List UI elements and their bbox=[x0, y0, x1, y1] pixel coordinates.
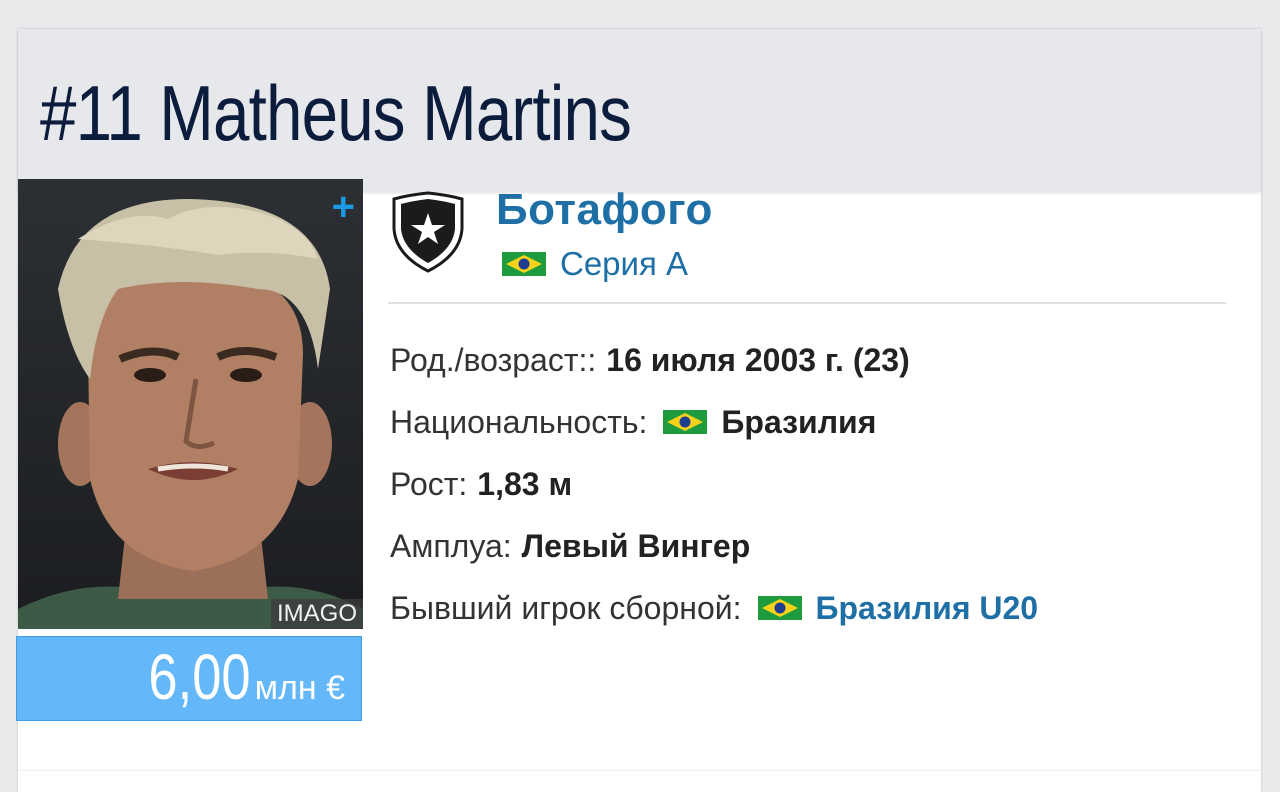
birth-row: Род./возраст:: 16 июля 2003 г. (23) bbox=[390, 338, 910, 382]
height-value: 1,83 м bbox=[477, 465, 573, 502]
birth-value: 16 июля 2003 г. (23) bbox=[606, 341, 910, 378]
former-national-row: Бывший игрок сборной: Бразилия U20 bbox=[390, 586, 1038, 630]
nationality-row: Национальность: Бразилия bbox=[390, 400, 876, 444]
nationality-value: Бразилия bbox=[721, 403, 877, 440]
market-value-unit: млн € bbox=[254, 669, 345, 707]
market-value-button[interactable]: 6,00 млн € bbox=[16, 636, 362, 721]
plus-icon[interactable]: + bbox=[332, 187, 355, 227]
position-row: Амплуа: Левый Вингер bbox=[390, 524, 750, 568]
league-row[interactable]: Серия А bbox=[502, 244, 688, 284]
former-national-label: Бывший игрок сборной: bbox=[390, 589, 742, 626]
botafogo-crest-icon[interactable] bbox=[392, 191, 464, 273]
brazil-flag-icon bbox=[663, 410, 708, 434]
height-row: Рост: 1,83 м bbox=[390, 462, 572, 506]
divider bbox=[388, 302, 1226, 304]
position-value: Левый Вингер bbox=[521, 527, 751, 564]
market-value-amount: 6,00 bbox=[148, 641, 251, 713]
player-photo[interactable]: + IMAGO bbox=[18, 179, 363, 629]
next-card-edge bbox=[18, 771, 1261, 792]
club-name-link[interactable]: Ботафого bbox=[496, 182, 713, 238]
brazil-flag-icon bbox=[757, 596, 802, 620]
player-title: #11 Matheus Martins bbox=[40, 69, 632, 157]
birth-label: Род./возраст:: bbox=[390, 341, 597, 378]
league-name-link[interactable]: Серия А bbox=[560, 245, 688, 283]
former-national-team-link[interactable]: Бразилия U20 bbox=[816, 590, 1039, 627]
height-label: Рост: bbox=[390, 465, 468, 502]
nationality-label: Национальность: bbox=[390, 403, 648, 440]
player-header: #11 Matheus Martins bbox=[18, 29, 1261, 191]
player-portrait-image bbox=[18, 199, 363, 629]
brazil-flag-icon bbox=[502, 252, 546, 276]
position-label: Амплуа: bbox=[390, 527, 512, 564]
photo-credit: IMAGO bbox=[270, 599, 363, 629]
